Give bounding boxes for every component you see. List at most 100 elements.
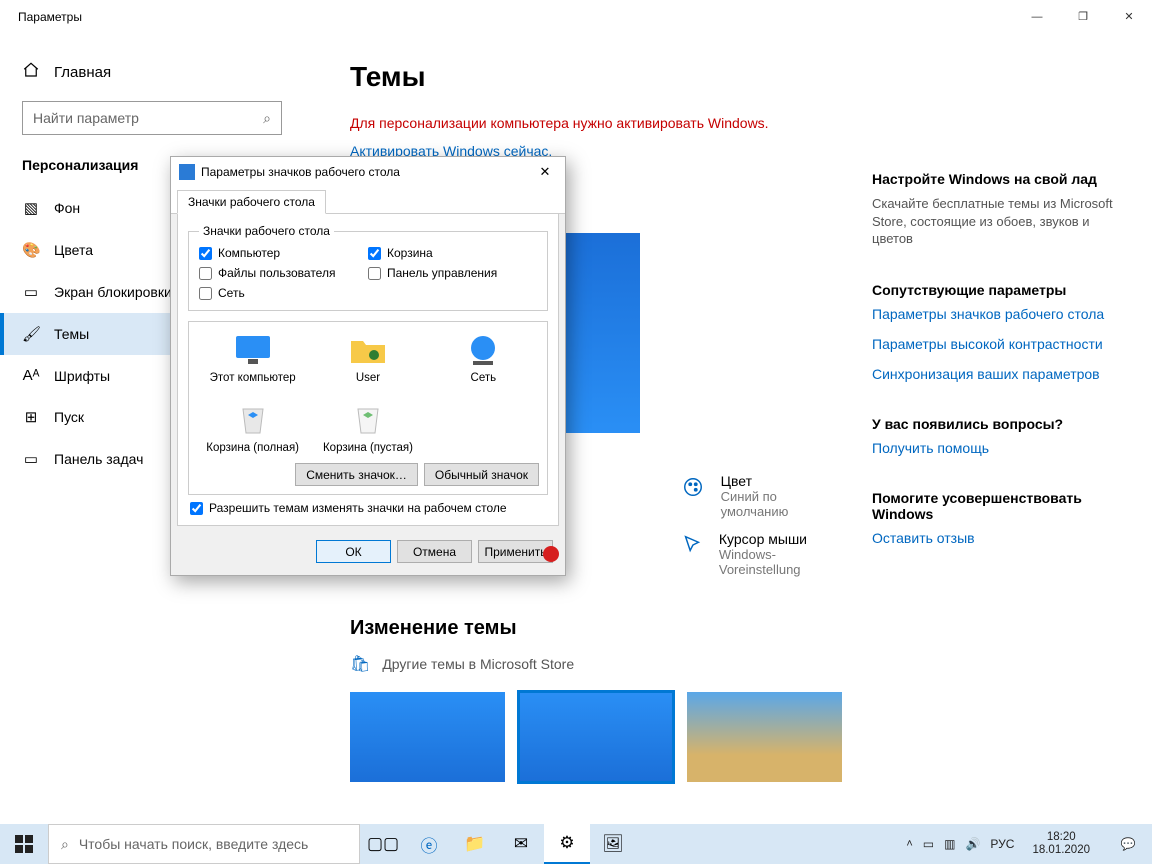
rail-improve-heading: Помогите усовершенствовать Windows bbox=[872, 490, 1126, 522]
checkbox-recycle-bin[interactable]: Корзина bbox=[368, 246, 537, 260]
window-minimize-button[interactable]: — bbox=[1014, 0, 1060, 33]
sidebar-item-label: Фон bbox=[54, 200, 80, 216]
icon-label: Сеть bbox=[426, 372, 541, 384]
annotation-marker bbox=[543, 546, 559, 562]
theme-color-label: Цвет bbox=[721, 473, 842, 489]
link-get-help[interactable]: Получить помощь bbox=[872, 440, 1126, 456]
sidebar-item-label: Цвета bbox=[54, 242, 93, 258]
home-icon bbox=[22, 61, 40, 83]
link-desktop-icon-settings[interactable]: Параметры значков рабочего стола bbox=[872, 306, 1126, 322]
icon-this-pc[interactable]: Этот компьютер bbox=[195, 332, 310, 384]
checkbox-controlpanel-input[interactable] bbox=[368, 267, 381, 280]
ok-button[interactable]: ОК bbox=[316, 540, 391, 563]
taskbar-search-placeholder: Чтобы начать поиск, введите здесь bbox=[79, 836, 309, 852]
theme-cursor-item[interactable]: Курсор мыши Windows-Voreinstellung bbox=[680, 525, 842, 583]
link-sync-settings[interactable]: Синхронизация ваших параметров bbox=[872, 366, 1126, 382]
dialog-titlebar[interactable]: Параметры значков рабочего стола ✕ bbox=[171, 157, 565, 187]
theme-thumb-1[interactable] bbox=[350, 692, 505, 782]
tray-battery-icon[interactable]: ▥ bbox=[944, 837, 955, 851]
icon-recycle-full[interactable]: Корзина (полная) bbox=[195, 402, 310, 454]
allow-themes-checkbox[interactable] bbox=[190, 502, 203, 515]
store-icon: 🛍 bbox=[350, 654, 370, 674]
theme-thumb-2[interactable] bbox=[519, 692, 674, 782]
checkbox-control-panel[interactable]: Панель управления bbox=[368, 266, 537, 280]
task-view-button[interactable]: ▢▢ bbox=[360, 824, 406, 864]
taskbar-app[interactable]: 🖼 bbox=[590, 824, 636, 864]
checkbox-network[interactable]: Сеть bbox=[199, 286, 368, 300]
checkbox-label: Корзина bbox=[387, 246, 433, 260]
checkbox-userfiles-input[interactable] bbox=[199, 267, 212, 280]
checkbox-network-input[interactable] bbox=[199, 287, 212, 300]
desktop-icons-dialog: Параметры значков рабочего стола ✕ Значк… bbox=[170, 156, 566, 576]
tray-volume-icon[interactable]: 🔊 bbox=[965, 837, 980, 851]
tray-language[interactable]: РУС bbox=[990, 837, 1014, 851]
tray-time: 18:20 bbox=[1032, 831, 1090, 844]
search-icon: ⌕ bbox=[263, 110, 271, 127]
link-feedback[interactable]: Оставить отзыв bbox=[872, 530, 1126, 546]
dialog-tab-desktop-icons[interactable]: Значки рабочего стола bbox=[177, 190, 326, 214]
window-close-button[interactable]: ✕ bbox=[1106, 0, 1152, 33]
icon-network[interactable]: Сеть bbox=[426, 332, 541, 384]
tray-network-icon[interactable]: ▭ bbox=[923, 837, 934, 851]
rail-configure-heading: Настройте Windows на свой лад bbox=[872, 171, 1126, 187]
taskbar-icon: ▭ bbox=[22, 450, 40, 468]
search-placeholder: Найти параметр bbox=[33, 110, 263, 126]
checkbox-computer-input[interactable] bbox=[199, 247, 212, 260]
action-center-button[interactable]: 💬 bbox=[1108, 824, 1148, 864]
change-icon-button[interactable]: Сменить значок… bbox=[295, 463, 418, 486]
more-themes-store-link[interactable]: 🛍 Другие темы в Microsoft Store bbox=[350, 654, 842, 674]
icon-user[interactable]: User bbox=[310, 332, 425, 384]
rail-related-heading: Сопутствующие параметры bbox=[872, 282, 1126, 298]
checkbox-computer[interactable]: Компьютер bbox=[199, 246, 368, 260]
titlebar: Параметры — ❐ ✕ bbox=[0, 0, 1152, 33]
theme-color-item[interactable]: Цвет Синий по умолчанию bbox=[680, 467, 842, 525]
sidebar-item-label: Темы bbox=[54, 326, 89, 342]
cancel-button[interactable]: Отмена bbox=[397, 540, 472, 563]
fieldset-legend: Значки рабочего стола bbox=[199, 224, 334, 238]
right-rail: Настройте Windows на свой лад Скачайте б… bbox=[872, 33, 1152, 864]
default-icon-button[interactable]: Обычный значок bbox=[424, 463, 539, 486]
taskbar-edge[interactable]: ⓔ bbox=[406, 824, 452, 864]
icon-label: User bbox=[310, 372, 425, 384]
settings-search-input[interactable]: Найти параметр ⌕ bbox=[22, 101, 282, 135]
taskbar-settings[interactable]: ⚙ bbox=[544, 824, 590, 864]
tray-overflow[interactable]: ˄ bbox=[906, 838, 912, 850]
globe-icon bbox=[463, 332, 503, 368]
lockscreen-icon: ▭ bbox=[22, 283, 40, 301]
link-high-contrast[interactable]: Параметры высокой контрастности bbox=[872, 336, 1126, 352]
theme-cursor-value: Windows-Voreinstellung bbox=[719, 547, 842, 577]
checkbox-user-files[interactable]: Файлы пользователя bbox=[199, 266, 368, 280]
icon-label: Этот компьютер bbox=[195, 372, 310, 384]
window-maximize-button[interactable]: ❐ bbox=[1060, 0, 1106, 33]
taskbar-search[interactable]: ⌕ Чтобы начать поиск, введите здесь bbox=[48, 824, 360, 864]
fonts-icon: Aᴬ bbox=[22, 367, 40, 384]
monitor-icon bbox=[233, 332, 273, 368]
palette-icon: 🎨 bbox=[22, 241, 40, 259]
checkbox-recycle-input[interactable] bbox=[368, 247, 381, 260]
theme-thumb-3[interactable] bbox=[687, 692, 842, 782]
themes-icon: 🖌 bbox=[22, 325, 40, 343]
sidebar-home[interactable]: Главная bbox=[0, 55, 320, 101]
recycle-empty-icon bbox=[348, 402, 388, 438]
theme-color-value: Синий по умолчанию bbox=[721, 489, 842, 519]
tray-date: 18.01.2020 bbox=[1032, 844, 1090, 857]
sidebar-item-label: Экран блокировки bbox=[54, 284, 172, 300]
dialog-title: Параметры значков рабочего стола bbox=[201, 165, 533, 179]
icon-label: Корзина (полная) bbox=[195, 442, 310, 454]
allow-themes-label: Разрешить темам изменять значки на рабоч… bbox=[209, 501, 507, 515]
taskbar-mail[interactable]: ✉ bbox=[498, 824, 544, 864]
recycle-full-icon bbox=[233, 402, 273, 438]
dialog-close-button[interactable]: ✕ bbox=[533, 164, 557, 180]
icon-recycle-empty[interactable]: Корзина (пустая) bbox=[310, 402, 425, 454]
picture-icon: ▧ bbox=[22, 199, 40, 217]
tray-clock[interactable]: 18:20 18.01.2020 bbox=[1024, 831, 1098, 857]
dialog-tabs: Значки рабочего стола bbox=[171, 187, 565, 214]
color-palette-icon bbox=[680, 473, 707, 501]
icon-label: Корзина (пустая) bbox=[310, 442, 425, 454]
apply-button[interactable]: Применить bbox=[478, 540, 553, 563]
start-button[interactable] bbox=[0, 824, 48, 864]
activation-warning: Для персонализации компьютера нужно акти… bbox=[350, 115, 842, 131]
search-icon: ⌕ bbox=[61, 836, 69, 853]
taskbar-explorer[interactable]: 📁 bbox=[452, 824, 498, 864]
checkbox-label: Компьютер bbox=[218, 246, 280, 260]
